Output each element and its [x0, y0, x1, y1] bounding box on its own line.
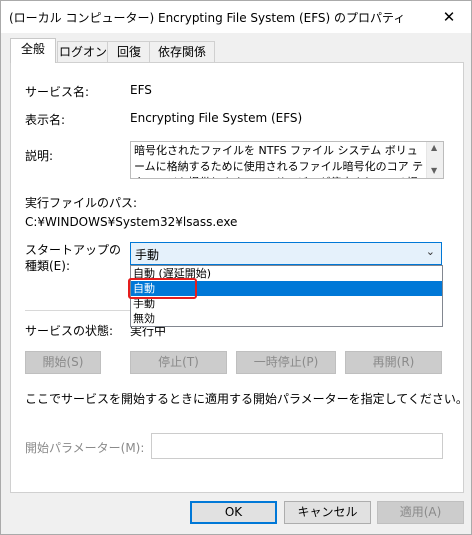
tab-logon[interactable]: ログオン	[57, 41, 109, 62]
scroll-up-icon[interactable]: ▲	[431, 143, 437, 152]
title-bar: (ローカル コンピューター) Encrypting File System (E…	[1, 1, 471, 33]
startup-type-select[interactable]: 手動 ⌄	[130, 242, 442, 265]
tab-dependencies[interactable]: 依存関係	[149, 41, 215, 62]
service-name-value: EFS	[130, 83, 152, 97]
start-params-hint: ここでサービスを開始するときに適用する開始パラメーターを指定してください。	[25, 392, 468, 406]
tab-recovery[interactable]: 回復	[107, 41, 151, 62]
display-name-label: 表示名:	[25, 113, 66, 127]
display-name-value: Encrypting File System (EFS)	[130, 111, 303, 125]
service-name-label: サービス名:	[25, 85, 90, 99]
description-box[interactable]: 暗号化されたファイルを NTFS ファイル システム ボリュームに格納するために…	[130, 141, 444, 179]
description-text: 暗号化されたファイルを NTFS ファイル システム ボリュームに格納するために…	[134, 144, 424, 178]
startup-type-label-line1: スタートアップの	[25, 243, 122, 257]
tab-general[interactable]: 全般	[10, 38, 56, 63]
window-title: (ローカル コンピューター) Encrypting File System (E…	[9, 11, 406, 25]
cancel-button[interactable]: キャンセル	[284, 501, 371, 524]
start-button[interactable]: 開始(S)	[25, 351, 101, 374]
ok-button[interactable]: OK	[190, 501, 277, 524]
highlight-box	[128, 278, 197, 299]
startup-type-label-line2: 種類(E):	[25, 259, 70, 273]
properties-dialog: (ローカル コンピューター) Encrypting File System (E…	[0, 0, 472, 535]
scroll-down-icon[interactable]: ▼	[431, 166, 437, 175]
description-scrollbar[interactable]: ▲ ▼	[426, 142, 443, 178]
description-label: 説明:	[25, 149, 54, 163]
chevron-down-icon[interactable]: ⌄	[426, 245, 435, 258]
option-disabled[interactable]: 無効	[131, 311, 442, 326]
exe-path-value: C:¥WINDOWS¥System32¥lsass.exe	[25, 215, 238, 229]
close-icon[interactable]: ✕	[427, 1, 471, 33]
stop-button[interactable]: 停止(T)	[130, 351, 227, 374]
start-params-label: 開始パラメーター(M):	[25, 441, 145, 455]
exe-path-label: 実行ファイルのパス:	[25, 196, 138, 210]
apply-button[interactable]: 適用(A)	[377, 501, 464, 524]
pause-button[interactable]: 一時停止(P)	[236, 351, 336, 374]
start-params-input[interactable]	[151, 433, 443, 459]
startup-type-value: 手動	[135, 248, 160, 262]
resume-button[interactable]: 再開(R)	[345, 351, 442, 374]
status-label: サービスの状態:	[25, 324, 114, 338]
